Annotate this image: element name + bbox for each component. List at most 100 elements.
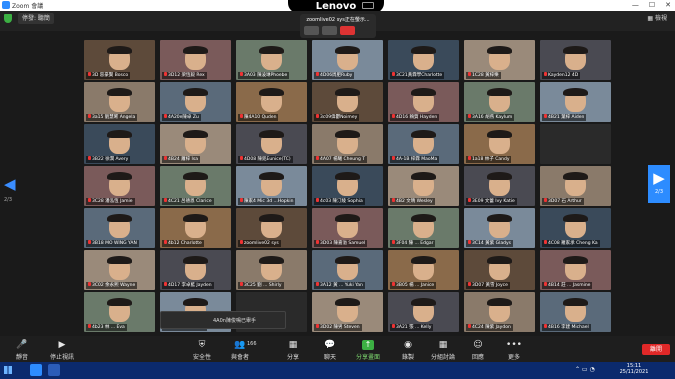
participant-video-tile[interactable]: 3D07 石 Arthur — [540, 166, 611, 206]
muted-mic-icon — [88, 282, 91, 286]
participant-video-tile[interactable]: 3c09偉鬱Noimey — [312, 82, 383, 122]
view-button[interactable]: ▦ 檢視 — [647, 13, 667, 22]
reaction-button[interactable]: ☺ 回應 — [460, 340, 496, 361]
participant-name-label: 4B21 葉梓 Aiden — [542, 114, 587, 121]
toolbar-button-label: 安全性 — [192, 354, 211, 361]
participant-video-tile[interactable]: 4C21 呂德恩 Clarice — [160, 166, 231, 206]
speaker-view-label[interactable]: 停發: 聽簡 — [18, 13, 54, 24]
participant-video-tile[interactable]: 3a15 劉慧晞 Angela — [84, 82, 155, 122]
muted-mic-icon — [316, 282, 319, 286]
participant-video-tile[interactable]: zoomlive02 sys — [236, 208, 307, 248]
participant-hair — [411, 255, 436, 265]
participant-video-tile[interactable]: 4A07 楊曦 Cheung T — [312, 124, 383, 164]
participant-video-tile[interactable]: 3A21 張 ... Kelly — [388, 292, 459, 332]
next-page-button[interactable]: ▶ 2/3 — [648, 165, 670, 203]
shield-button[interactable]: ⛨ 安全性 — [184, 340, 220, 361]
share-button[interactable]: ▦ 分享 — [275, 340, 311, 361]
participant-video-tile[interactable]: 3B22 徐潤 Avery — [84, 124, 155, 164]
prev-page-button[interactable]: ◀ 2/3 — [4, 175, 24, 205]
muted-mic-icon — [240, 72, 243, 76]
participant-video-tile[interactable]: 1C28 黃梓樂 — [464, 40, 535, 80]
microphone-button[interactable]: 🎤 靜音 — [4, 340, 40, 361]
participant-video-tile[interactable]: 4b23 林 ... Eva — [84, 292, 155, 332]
participant-video-tile[interactable]: 3F04 陳 ... Edgar — [388, 208, 459, 248]
close-icon[interactable]: ✕ — [665, 0, 671, 11]
participant-video-tile[interactable]: 3D03 陳嘉溢 Samuel — [312, 208, 383, 248]
breakout-button[interactable]: ▦ 分組討論 — [425, 340, 461, 361]
grid-icon: ▦ — [647, 15, 655, 22]
participant-hair — [487, 255, 512, 265]
participant-video-tile[interactable]: 4B16 李建 Michael — [540, 292, 611, 332]
participant-video-tile[interactable]: 4D16 賴賀 Hayden — [388, 82, 459, 122]
participant-hair — [335, 213, 360, 223]
stop-share-button[interactable] — [340, 26, 355, 35]
participant-video-tile[interactable]: Kayden12 4D — [540, 40, 611, 80]
participant-video-tile[interactable]: 3C28 潘泓恆 Jamie — [84, 166, 155, 206]
minimize-icon[interactable]: — — [632, 0, 639, 11]
participant-video-tile[interactable]: 4D08 陳銘Eunice(TC) — [236, 124, 307, 164]
participant-hair — [411, 213, 436, 223]
participant-video-tile[interactable] — [540, 124, 611, 164]
muted-mic-icon — [88, 240, 91, 244]
participant-video-tile[interactable]: 4A-1B 梓霖 MaoMa — [388, 124, 459, 164]
participant-name-label: 1C28 黃梓樂 — [466, 72, 501, 79]
participant-video-tile[interactable]: 3E09 文蕾 Ivy Katie — [464, 166, 535, 206]
share-control-button[interactable] — [322, 26, 337, 35]
participant-video-tile[interactable]: 3B05 楊 ... Janice — [388, 250, 459, 290]
participant-video-tile[interactable]: 4c03 陳汀綾 Sophia — [312, 166, 383, 206]
record-button[interactable]: ◉ 錄製 — [390, 340, 426, 361]
leave-meeting-button[interactable]: 離開 — [642, 344, 670, 355]
participant-video-tile[interactable]: 3A12 黃 ... Yuki Yan — [312, 250, 383, 290]
start-button[interactable] — [0, 362, 16, 379]
participant-video-tile[interactable]: 4C08 羅家承 Cheng Ka — [540, 208, 611, 248]
participant-name-text: 4c03 陳汀綾 Sophia — [320, 199, 363, 204]
participant-name-text: 3C02 余永熙 Wayne — [92, 283, 136, 288]
security-shield-icon[interactable] — [4, 14, 12, 23]
share-banner-text: zoomlive02 sys正在螢示... — [306, 17, 370, 23]
participant-video-tile[interactable]: 3B18 MO WING YAN — [84, 208, 155, 248]
participant-video-tile[interactable]: 3D12 梁恆毅 Rex — [160, 40, 231, 80]
participant-name-label: 3A21 張 ... Kelly — [390, 324, 434, 331]
participant-video-tile[interactable]: 3D07 黃雪 Joyce — [464, 250, 535, 290]
muted-mic-icon — [240, 282, 243, 286]
more-button[interactable]: ••• 更多 — [496, 340, 532, 361]
participant-video-tile[interactable]: 4B21 葉梓 Aiden — [540, 82, 611, 122]
participant-video-tile[interactable]: 4B14 莊 ... Jasmine — [540, 250, 611, 290]
muted-mic-icon — [392, 156, 395, 160]
participant-video-tile[interactable]: 3C14 黃紫 Gladys — [464, 208, 535, 248]
participant-video-tile[interactable]: 3A16 胡燕 Kaylum — [464, 82, 535, 122]
system-tray-icons[interactable]: ⌃ ▭ ◔ — [575, 366, 595, 373]
video-button[interactable]: ▶ 停止視訊 — [44, 340, 80, 361]
zoom-taskbar-icon[interactable] — [30, 364, 42, 376]
participant-video-tile[interactable]: 4B24 蕭梓 Isa — [160, 124, 231, 164]
participant-video-tile[interactable]: 陳4A10 Quden — [236, 82, 307, 122]
participant-video-tile[interactable]: 3D02 陳男 Steven — [312, 292, 383, 332]
app-taskbar-icon[interactable] — [48, 364, 60, 376]
participant-video-tile[interactable]: 3A03 陳凌琳Phoebe — [236, 40, 307, 80]
muted-mic-icon — [88, 156, 91, 160]
participant-name-label: 3B05 楊 ... Janice — [390, 282, 437, 289]
taskbar-clock[interactable]: 15:11 25/11/2021 — [616, 363, 652, 375]
participant-video-tile[interactable]: 3C21黃霖學Charlotte — [388, 40, 459, 80]
participant-video-tile[interactable]: 4B2 文晴 Wesley — [388, 166, 459, 206]
share-screen-button[interactable]: ↑ 分享畫面 — [350, 340, 386, 361]
share-control-button[interactable] — [304, 26, 319, 35]
participant-name-text: 4D06周肥Ruby — [320, 73, 353, 78]
participant-video-tile[interactable]: 1a18 林子 Candy — [464, 124, 535, 164]
participant-hair — [259, 45, 284, 55]
participant-video-tile[interactable]: 3C25 劉 ... Shirly — [236, 250, 307, 290]
participant-video-tile[interactable]: 4D06周肥Ruby — [312, 40, 383, 80]
participant-video-tile[interactable]: 陳家4 Mic 3d ...Hopkin — [236, 166, 307, 206]
chat-button[interactable]: 💬 聊天 — [312, 340, 348, 361]
participants-button[interactable]: 👥 166 與會者 — [222, 340, 258, 361]
participant-video-tile[interactable]: 4b12 Charlotte — [160, 208, 231, 248]
muted-mic-icon — [316, 156, 319, 160]
participant-hair — [487, 87, 512, 97]
maximize-icon[interactable]: ☐ — [649, 0, 655, 11]
participant-video-tile[interactable]: 4D17 李卓藍 Jayden — [160, 250, 231, 290]
participant-name-text: 3C21黃霖學Charlotte — [396, 73, 443, 78]
participant-video-tile[interactable]: 3C02 余永熙 Wayne — [84, 250, 155, 290]
participant-video-tile[interactable]: 3D 容豪賢 Bosco — [84, 40, 155, 80]
participant-video-tile[interactable]: 4C24 陳紫 Jaydon — [464, 292, 535, 332]
participant-video-tile[interactable]: 4A20e陳卓 Zu — [160, 82, 231, 122]
